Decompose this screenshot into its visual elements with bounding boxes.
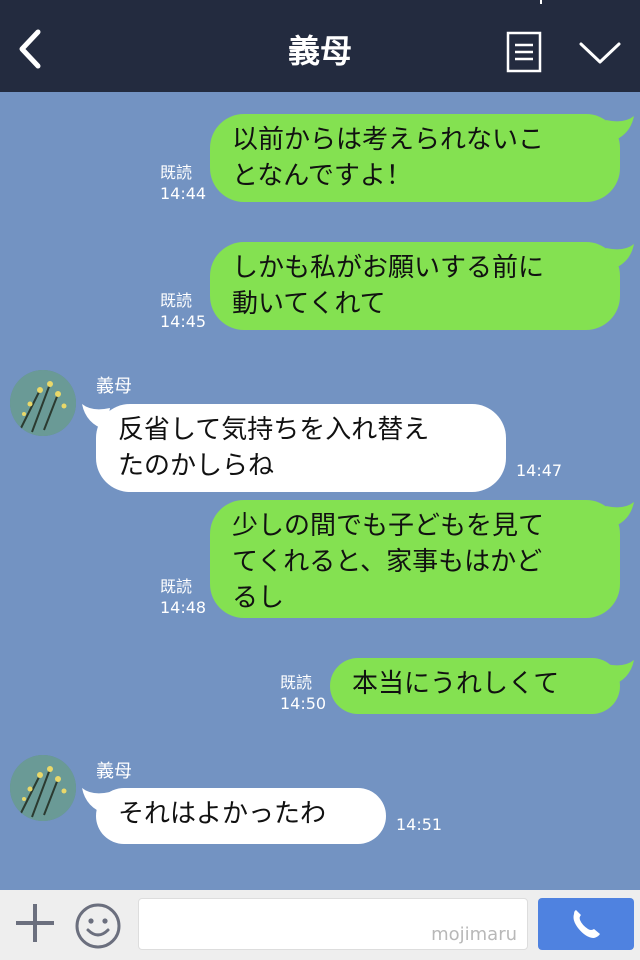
call-button[interactable] — [538, 898, 634, 950]
status-bar-tick — [540, 0, 542, 4]
read-receipt: 既読 — [280, 673, 313, 692]
chat-title: 義母 — [287, 32, 352, 70]
message-line: 少しの間でも子どもを見て — [232, 511, 545, 541]
bubble-tail — [606, 502, 634, 528]
bubble-tail — [606, 116, 634, 142]
message-line: 以前からは考えられないこ — [232, 125, 545, 155]
my-message-bubble[interactable]: 少しの間でも子どもを見て てくれると、家事もはかど るし — [210, 500, 634, 618]
sender-name: 義母 — [96, 761, 132, 782]
message-line: るし — [232, 583, 285, 613]
message-meta: 既読 14:48 — [160, 576, 206, 618]
notes-icon — [506, 31, 542, 73]
bubble-tail — [82, 788, 110, 814]
message-time: 14:47 — [516, 461, 563, 480]
phone-icon — [573, 910, 600, 938]
avatar-image — [10, 755, 76, 821]
message-line: てくれると、家事もはかど — [232, 547, 543, 577]
menu-toggle-button[interactable] — [578, 40, 622, 68]
bubble-tail — [82, 404, 110, 430]
my-message-bubble[interactable]: しかも私がお願いする前に 動いてくれて — [210, 242, 634, 330]
message-time: 14:48 — [160, 598, 207, 617]
read-receipt: 既読 — [160, 291, 193, 310]
emoji-button[interactable] — [74, 902, 122, 950]
message-line: 本当にうれしくて — [352, 669, 560, 699]
message-line: しかも私がお願いする前に — [232, 253, 545, 283]
bubble-tail — [606, 660, 634, 686]
avatar[interactable] — [10, 755, 76, 821]
message-line: となんですよ！ — [232, 161, 412, 191]
add-attachment-button[interactable] — [12, 900, 58, 946]
message-time: 14:45 — [160, 312, 207, 331]
watermark-text: mojimaru — [431, 924, 517, 945]
input-bar: mojimaru — [0, 890, 640, 960]
read-receipt: 既読 — [160, 577, 193, 596]
read-receipt: 既読 — [160, 163, 193, 182]
bubble-tail — [606, 244, 634, 270]
their-message-bubble[interactable]: それはよかったわ — [82, 788, 386, 844]
message-time: 14:51 — [396, 815, 443, 834]
my-message-bubble[interactable]: 以前からは考えられないこ となんですよ！ — [210, 114, 634, 202]
notes-button[interactable] — [506, 31, 542, 73]
message-time: 14:44 — [160, 184, 207, 203]
message-line: それはよかったわ — [118, 799, 327, 829]
plus-icon — [16, 904, 54, 942]
message-input[interactable]: mojimaru — [138, 898, 528, 950]
chevron-down-icon — [579, 42, 621, 64]
message-time: 14:50 — [280, 694, 327, 713]
avatar[interactable] — [10, 370, 76, 436]
message-line: 反省して気持ちを入れ替え — [118, 415, 430, 445]
their-message-bubble[interactable]: 反省して気持ちを入れ替え たのかしらね — [82, 404, 506, 492]
message-line: 動いてくれて — [232, 289, 386, 319]
smiley-icon — [75, 903, 121, 949]
my-message-bubble[interactable]: 本当にうれしくて — [330, 658, 634, 714]
sender-name: 義母 — [96, 376, 132, 397]
message-list[interactable]: 既読 14:44 以前からは考えられないこ となんですよ！ 既読 14:45 し… — [0, 92, 640, 890]
message-meta: 既読 14:44 — [160, 162, 206, 204]
message-meta: 既読 14:45 — [160, 290, 206, 332]
chat-header: 義母 — [0, 0, 640, 92]
message-meta: 既読 14:50 — [280, 672, 326, 714]
message-line: たのかしらね — [118, 451, 275, 481]
avatar-image — [10, 370, 76, 436]
